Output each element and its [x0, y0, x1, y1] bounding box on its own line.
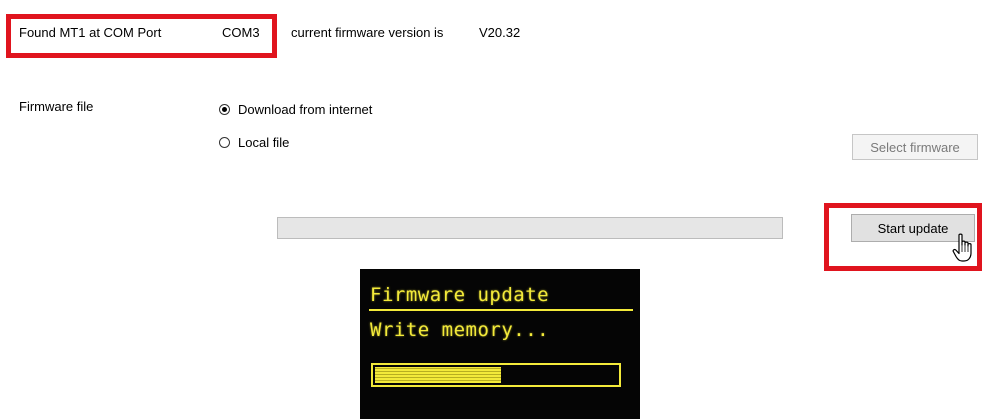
- firmware-file-label: Firmware file: [19, 99, 94, 114]
- lcd-progress-fill: [375, 367, 501, 383]
- com-port-value: COM3: [222, 25, 260, 40]
- found-device-label: Found MT1 at COM Port: [19, 25, 162, 40]
- hand-pointer-icon: [952, 233, 972, 262]
- update-progress-bar: [277, 217, 783, 239]
- radio-download-from-internet[interactable]: Download from internet: [219, 102, 479, 120]
- select-firmware-button[interactable]: Select firmware: [852, 134, 978, 160]
- lcd-message: Write memory...: [370, 319, 550, 341]
- lcd-progress-bar: [371, 363, 621, 387]
- device-lcd-display: Firmware update Write memory...: [360, 269, 640, 419]
- radio-unselected-icon[interactable]: [219, 137, 230, 148]
- firmware-version-value: V20.32: [479, 25, 521, 40]
- radio-local-file[interactable]: Local file: [219, 135, 419, 153]
- lcd-title: Firmware update: [370, 284, 550, 306]
- lcd-title-underline: [369, 309, 633, 311]
- radio-option-label: Local file: [238, 135, 290, 150]
- firmware-version-label: current firmware version is: [291, 25, 444, 40]
- radio-option-label: Download from internet: [238, 102, 373, 117]
- radio-selected-icon[interactable]: [219, 104, 230, 115]
